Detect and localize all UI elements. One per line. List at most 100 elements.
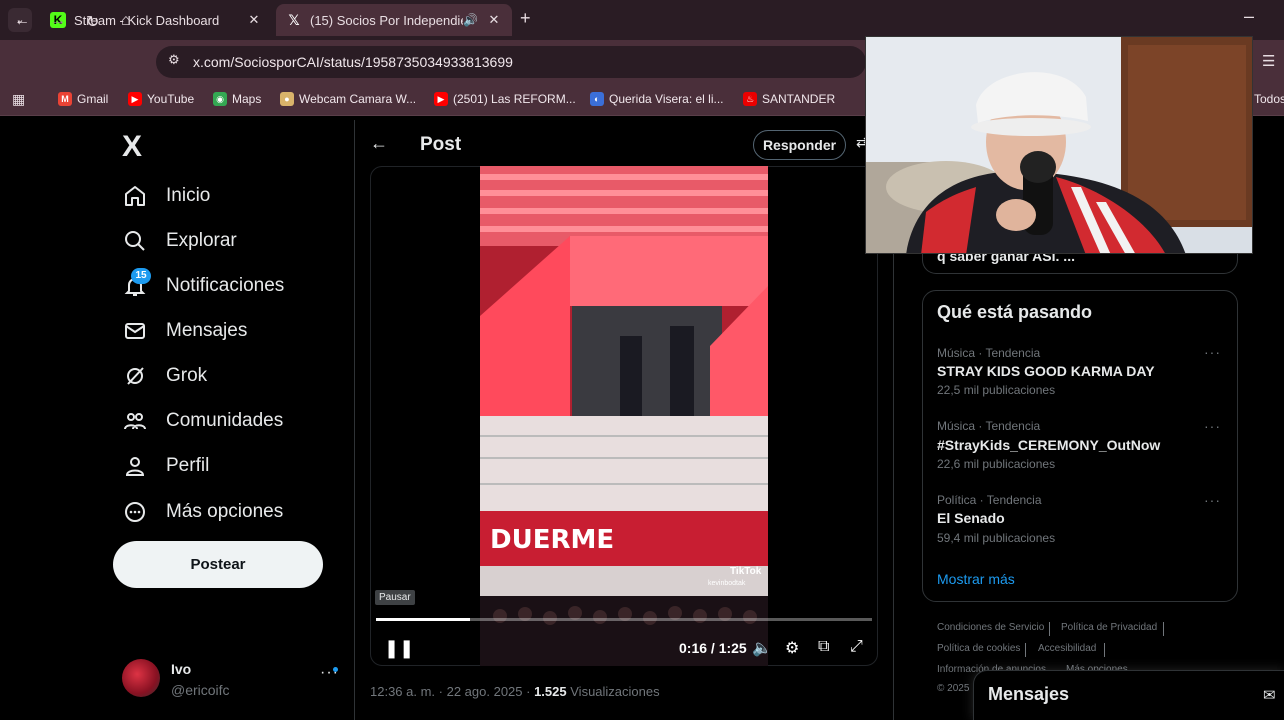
post-date: 22 ago. 2025	[446, 684, 523, 699]
volume-icon[interactable]: 🔈	[752, 638, 772, 658]
fullscreen-icon[interactable]: ⤢	[850, 638, 863, 656]
forward-icon[interactable]: →	[50, 12, 66, 30]
santander-icon: ♨	[743, 92, 757, 106]
video-time: 0:16 / 1:25	[679, 640, 747, 656]
grok-icon	[122, 363, 148, 389]
sidebar-item-explorar[interactable]: Explorar	[122, 226, 237, 256]
more-circle-icon	[122, 499, 148, 525]
trend-count: 59,4 mil publicaciones	[937, 531, 1056, 545]
apps-grid-icon[interactable]: ▦	[12, 91, 25, 108]
svg-text:DUERME: DUERME	[490, 525, 614, 555]
search-icon	[122, 228, 148, 254]
bookmark-label: (2501) Las REFORM...	[453, 92, 576, 106]
trend-count: 22,6 mil publicaciones	[937, 457, 1056, 471]
tiktok-watermark-user: kevinbodtak	[708, 580, 746, 587]
new-message-icon[interactable]: ✉	[1263, 686, 1276, 704]
avatar[interactable]	[122, 659, 160, 697]
footer-separator	[1163, 622, 1164, 636]
trend-more-icon[interactable]: ···	[1204, 492, 1221, 508]
account-handle[interactable]: @ericoifc	[171, 682, 230, 698]
site-icon: ◐	[590, 92, 604, 106]
site-info-icon[interactable]: ⚙	[168, 52, 180, 68]
post-meta: 12:36 a. m. · 22 ago. 2025 · 1.525 Visua…	[370, 684, 660, 699]
home-icon	[122, 183, 148, 209]
sidebar-item-label: Inicio	[166, 185, 211, 206]
trend-category: Política · Tendencia	[937, 493, 1042, 507]
footer-separator	[1049, 622, 1050, 636]
sidebar-item-label: Explorar	[166, 230, 237, 251]
bookmark-gmail[interactable]: M Gmail	[58, 92, 108, 106]
settings-gear-icon[interactable]: ⚙	[785, 638, 799, 658]
trend-more-icon[interactable]: ···	[1204, 344, 1221, 360]
account-name[interactable]: Ivo	[171, 661, 191, 677]
maps-icon: ◉	[213, 92, 227, 106]
footer-link[interactable]: Política de cookies	[937, 643, 1020, 654]
unread-dot	[333, 667, 338, 672]
trend-category: Música · Tendencia	[937, 346, 1041, 360]
sidebar-item-comunidades[interactable]: Comunidades	[122, 406, 283, 436]
trends-title: Qué está pasando	[937, 302, 1093, 322]
gmail-icon: M	[58, 92, 72, 106]
youtube-icon: ▶	[128, 92, 142, 106]
back-icon[interactable]: ←	[14, 12, 30, 30]
bookmark-label: Webcam Camara W...	[299, 92, 417, 106]
minimize-icon[interactable]: –	[1244, 6, 1254, 27]
bookmark-label: Gmail	[77, 92, 109, 106]
sidebar-item-grok[interactable]: Grok	[122, 361, 207, 391]
reply-button[interactable]: Responder	[753, 130, 846, 160]
close-tab-icon[interactable]: ✕	[486, 12, 502, 28]
sidebar-item-label: Grok	[166, 365, 208, 386]
video-progress-fill	[376, 618, 471, 621]
sidebar-item-mas-opciones[interactable]: Más opciones	[122, 497, 283, 527]
footer-separator	[1025, 643, 1026, 657]
tiktok-watermark: TikTok	[730, 566, 762, 577]
bookmark-querida-visera[interactable]: ◐ Querida Visera: el li...	[590, 92, 724, 106]
show-more-link[interactable]: Mostrar más	[937, 571, 1015, 587]
bookmark-youtube[interactable]: ▶ YouTube	[128, 92, 194, 106]
post-button[interactable]: Postear	[113, 541, 323, 588]
views-count: 1.525	[534, 684, 567, 699]
picture-in-picture-icon[interactable]: ⧉	[818, 638, 829, 656]
bookmark-label: YouTube	[147, 92, 195, 106]
sidebar-item-perfil[interactable]: Perfil	[122, 451, 209, 481]
sidebar-item-label: Mensajes	[166, 320, 248, 341]
page-title: Post	[420, 134, 462, 155]
tab-title: (15) Socios Por Independie	[310, 12, 464, 28]
new-tab-icon[interactable]: +	[520, 8, 531, 29]
extensions-icon[interactable]: ☰	[1262, 52, 1275, 70]
bookmark-label: SANTANDER	[762, 92, 836, 106]
all-bookmarks[interactable]: Todos	[1254, 92, 1284, 106]
home-icon[interactable]: ⌂	[121, 12, 131, 30]
bookmark-santander[interactable]: ♨ SANTANDER	[743, 92, 835, 106]
back-arrow-icon[interactable]: ←	[370, 133, 388, 154]
trend-name[interactable]: #StrayKids_CEREMONY_OutNow	[937, 437, 1160, 453]
sidebar-item-mensajes[interactable]: Mensajes	[122, 316, 247, 346]
x-icon: 𝕏	[288, 11, 300, 28]
close-tab-icon[interactable]: ✕	[246, 12, 262, 28]
footer-link[interactable]: Condiciones de Servicio	[937, 622, 1044, 633]
url-text[interactable]: x.com/SociosporCAI/status/19587350349338…	[193, 54, 513, 70]
footer-separator	[1104, 643, 1105, 657]
bookmark-webcam[interactable]: ● Webcam Camara W...	[280, 92, 416, 106]
footer-link[interactable]: Política de Privacidad	[1061, 622, 1157, 633]
trend-more-icon[interactable]: ···	[1204, 418, 1221, 434]
webcam-icon: ●	[280, 92, 294, 106]
footer-link[interactable]: Accesibilidad	[1038, 643, 1096, 654]
messages-drawer-title[interactable]: Mensajes	[988, 684, 1069, 705]
speaker-icon[interactable]: 🔊	[463, 13, 478, 27]
video-progress-bar[interactable]	[376, 618, 872, 621]
bookmark-las-reformas[interactable]: ▶ (2501) Las REFORM...	[434, 92, 576, 106]
x-logo[interactable]: X	[122, 130, 142, 164]
sidebar-item-label: Comunidades	[166, 410, 284, 431]
trend-name[interactable]: STRAY KIDS GOOD KARMA DAY	[937, 363, 1155, 379]
browser-tab-x[interactable]: 𝕏 (15) Socios Por Independie 🔊 ✕	[276, 4, 512, 36]
bookmark-maps[interactable]: ◉ Maps	[213, 92, 261, 106]
pause-icon[interactable]: ❚❚	[384, 638, 414, 659]
reload-icon[interactable]: ↻	[86, 12, 99, 32]
trend-name[interactable]: El Senado	[937, 510, 1005, 526]
video-frame[interactable]: DUERME	[480, 166, 768, 666]
browser-tab-kick[interactable]: K Stream - Kick Dashboard ✕	[40, 4, 272, 36]
copyright: © 2025	[937, 683, 970, 694]
sidebar-item-inicio[interactable]: Inicio	[122, 181, 210, 211]
communities-icon	[122, 408, 148, 434]
